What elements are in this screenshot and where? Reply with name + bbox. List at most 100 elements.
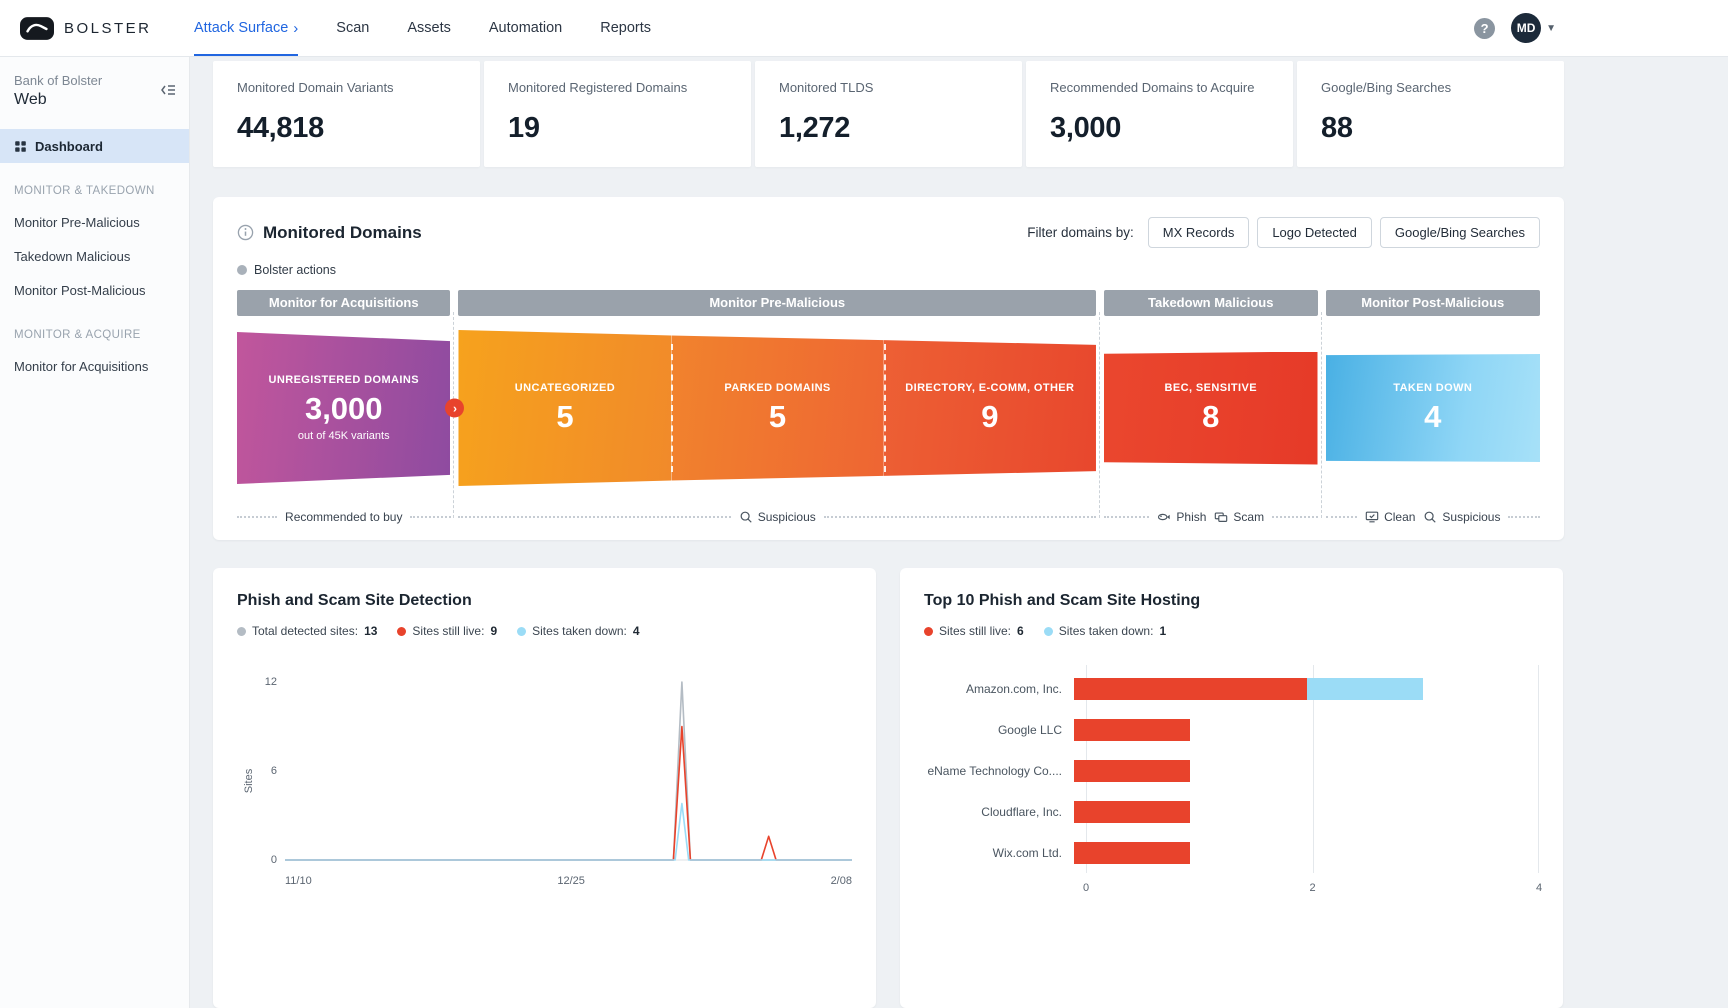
stat-value: 3,000	[1050, 112, 1269, 145]
nav-item-assets[interactable]: Assets	[407, 0, 451, 56]
bolster-actions-label: Bolster actions	[254, 263, 336, 277]
filter-logo-detected-button[interactable]: Logo Detected	[1257, 217, 1372, 248]
funnel-segment-bec-sensitive[interactable]: BEC, SENSITIVE 8	[1104, 352, 1318, 465]
chart-legend: Sites still live:6 Sites taken down:1	[924, 624, 1539, 638]
column-header-takedown: Takedown Malicious	[1104, 290, 1318, 316]
sidebar-item-dashboard[interactable]: Dashboard	[0, 129, 189, 163]
bar-track	[1074, 719, 1539, 741]
funnel-footer-post-malicious: Clean Suspicious	[1326, 510, 1541, 524]
bolster-actions-dot	[237, 265, 247, 275]
bar-segment	[1074, 678, 1307, 700]
stat-card-monitored-tlds: Monitored TLDS 1,272	[755, 61, 1022, 167]
bar-row: Amazon.com, Inc.	[924, 668, 1539, 709]
sidebar-item-monitor-pre-malicious[interactable]: Monitor Pre-Malicious	[0, 205, 189, 239]
legend-sites-taken-down: Sites taken down:1	[1044, 624, 1166, 638]
bar-row: Google LLC	[924, 709, 1539, 750]
stat-card-domain-variants: Monitored Domain Variants 44,818	[213, 61, 480, 167]
funnel-segment-taken-down[interactable]: TAKEN DOWN 4	[1326, 354, 1541, 462]
segment-divider	[884, 344, 886, 472]
stat-card-registered-domains: Monitored Registered Domains 19	[484, 61, 751, 167]
info-icon[interactable]	[237, 224, 254, 241]
funnel-segment-uncategorized[interactable]: UNCATEGORIZED 5	[458, 330, 671, 486]
bar-row: Wix.com Ltd.	[924, 832, 1539, 873]
line-series	[285, 682, 852, 860]
nav-item-scan[interactable]: Scan	[336, 0, 369, 56]
line-chart-plot	[285, 674, 852, 866]
suspicious-icon	[1423, 510, 1437, 524]
help-icon[interactable]: ?	[1474, 18, 1495, 39]
bar-track	[1074, 842, 1539, 864]
clean-icon	[1365, 510, 1379, 524]
avatar[interactable]: MD	[1511, 13, 1541, 43]
filter-google-bing-button[interactable]: Google/Bing Searches	[1380, 217, 1540, 248]
funnel-segment-parked-domains[interactable]: PARKED DOMAINS 5	[671, 330, 883, 486]
phish-scam-detection-panel: Phish and Scam Site Detection Total dete…	[213, 568, 876, 1008]
bar-category-label: Cloudflare, Inc.	[924, 805, 1074, 819]
sidebar-item-monitor-post-malicious[interactable]: Monitor Post-Malicious	[0, 273, 189, 307]
segment-divider	[671, 344, 673, 472]
funnel-segment-directory-ecomm-other[interactable]: DIRECTORY, E-COMM, OTHER 9	[884, 330, 1096, 486]
sidebar-item-takedown-malicious[interactable]: Takedown Malicious	[0, 239, 189, 273]
bar-track	[1074, 678, 1539, 700]
stat-value: 19	[508, 112, 727, 145]
stat-value: 44,818	[237, 112, 456, 145]
line-series	[285, 727, 852, 861]
stat-card-google-bing-searches: Google/Bing Searches 88	[1297, 61, 1564, 167]
bolster-logo-icon	[20, 17, 54, 40]
chart-legend: Total detected sites:13 Sites still live…	[237, 624, 852, 638]
bar-category-label: Google LLC	[924, 723, 1074, 737]
bar-segment	[1074, 719, 1190, 741]
bar-segment	[1307, 678, 1423, 700]
filter-mx-records-button[interactable]: MX Records	[1148, 217, 1250, 248]
funnel-footer-acquisitions: Recommended to buy	[237, 510, 450, 524]
legend-total-detected: Total detected sites:13	[237, 624, 377, 638]
sidebar-section-monitor-takedown: MONITOR & TAKEDOWN	[0, 163, 189, 205]
line-chart: Sites 12 6 0 11/10 12/25 2/08	[237, 674, 852, 887]
bar-segment	[1074, 842, 1190, 864]
bar-chart: Amazon.com, Inc. Google LLC eName Technolo…	[924, 668, 1539, 873]
suspicious-icon	[739, 510, 753, 524]
primary-nav: Attack Surface› Scan Assets Automation R…	[194, 0, 651, 56]
nav-item-automation[interactable]: Automation	[489, 0, 562, 56]
bar-segment	[1074, 801, 1190, 823]
monitored-domains-panel: Monitored Domains Filter domains by: MX …	[213, 197, 1564, 540]
stat-value: 1,272	[779, 112, 998, 145]
bar-track	[1074, 760, 1539, 782]
column-header-post-malicious: Monitor Post-Malicious	[1326, 290, 1541, 316]
brand-name: BOLSTER	[64, 20, 152, 37]
sidebar-collapse-icon[interactable]	[159, 83, 177, 102]
sidebar: Bank of Bolster Web Dashboard MONITOR & …	[0, 57, 190, 1008]
chart-title: Top 10 Phish and Scam Site Hosting	[924, 592, 1539, 610]
funnel-footer-takedown: Phish Scam	[1104, 510, 1318, 524]
top-navbar: BOLSTER Attack Surface› Scan Assets Auto…	[0, 0, 1728, 57]
column-header-acquisitions: Monitor for Acquisitions	[237, 290, 450, 316]
nav-item-reports[interactable]: Reports	[600, 0, 651, 56]
stat-value: 88	[1321, 112, 1540, 145]
bar-segment	[1074, 760, 1190, 782]
panel-title: Monitored Domains	[263, 223, 422, 243]
user-menu[interactable]: MD ▼	[1511, 13, 1556, 43]
product-name: Web	[14, 91, 175, 109]
y-axis: 12 6 0	[253, 674, 285, 866]
x-axis: 0 2 4	[1086, 882, 1539, 897]
org-name: Bank of Bolster	[14, 73, 175, 88]
stats-row: Monitored Domain Variants 44,818 Monitor…	[213, 61, 1564, 167]
brand[interactable]: BOLSTER	[0, 0, 190, 56]
funnel-expand-arrow-icon[interactable]: ›	[445, 399, 464, 418]
filter-domains-label: Filter domains by:	[1027, 225, 1134, 240]
legend-sites-live: Sites still live:6	[924, 624, 1024, 638]
bar-row: Cloudflare, Inc.	[924, 791, 1539, 832]
funnel-segment-unregistered-domains[interactable]: UNREGISTERED DOMAINS 3,000 out of 45K va…	[237, 332, 450, 484]
stat-card-recommended-domains: Recommended Domains to Acquire 3,000	[1026, 61, 1293, 167]
line-series	[285, 804, 852, 860]
scam-icon	[1214, 510, 1228, 524]
funnel-footer-pre-malicious: Suspicious	[458, 510, 1096, 524]
chevron-down-icon: ▼	[1546, 23, 1556, 34]
bar-row: eName Technology Co....	[924, 750, 1539, 791]
bar-track	[1074, 801, 1539, 823]
dashboard-icon	[14, 140, 27, 153]
sidebar-item-monitor-for-acquisitions[interactable]: Monitor for Acquisitions	[0, 349, 189, 383]
legend-sites-taken-down: Sites taken down:4	[517, 624, 639, 638]
phish-icon	[1157, 510, 1171, 524]
nav-item-attack-surface[interactable]: Attack Surface›	[194, 0, 298, 56]
